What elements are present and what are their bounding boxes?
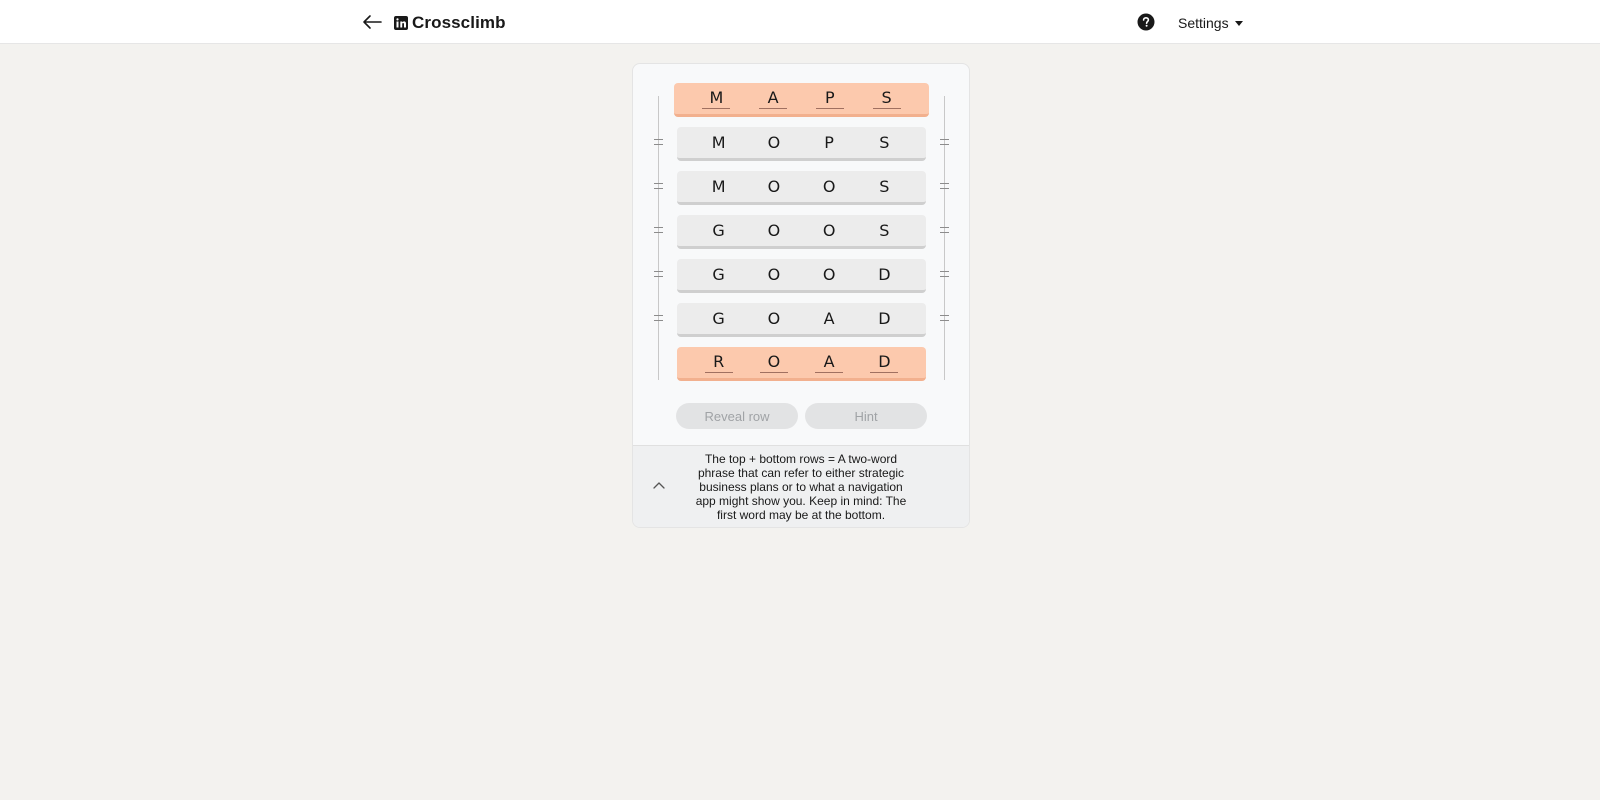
reveal-row-button[interactable]: Reveal row (676, 403, 798, 429)
letter-tile: S (879, 220, 890, 240)
drag-handle-icon[interactable] (940, 271, 949, 277)
letter-tile: P (815, 88, 844, 109)
letter-tile: S (879, 176, 890, 196)
game-board: M A P S M O P S M O O S G O O S G O O D … (632, 63, 970, 528)
drag-handle-icon[interactable] (940, 227, 949, 233)
page-title: Crossclimb (412, 13, 506, 32)
word-row-5[interactable]: G O O D (677, 259, 926, 293)
letter-tile: G (712, 264, 725, 284)
letter-tile: G (712, 308, 725, 328)
drag-handle-icon[interactable] (654, 139, 663, 145)
word-row-2[interactable]: M O P S (677, 127, 926, 161)
letter-tile: M (711, 176, 726, 196)
linkedin-icon (394, 16, 408, 30)
letter-tile: O (767, 132, 781, 152)
letter-tile: O (822, 264, 836, 284)
clue-text: The top + bottom rows = A two-word phras… (695, 452, 907, 522)
drag-handle-icon[interactable] (654, 315, 663, 321)
drag-handle-icon[interactable] (654, 271, 663, 277)
letter-tile: O (767, 176, 781, 196)
letter-tile: M (711, 132, 726, 152)
letter-tile: A (815, 352, 844, 373)
word-row-7[interactable]: R O A D (677, 347, 926, 381)
letter-tile: D (870, 352, 899, 373)
letter-tile: O (822, 176, 836, 196)
back-button[interactable] (358, 10, 386, 34)
drag-handle-icon[interactable] (654, 183, 663, 189)
drag-handle-icon[interactable] (940, 139, 949, 145)
letter-tile: M (702, 88, 731, 109)
chevron-up-icon[interactable] (653, 480, 665, 490)
word-row-1[interactable]: M A P S (674, 83, 929, 117)
hint-button[interactable]: Hint (805, 403, 927, 429)
letter-tile: O (759, 352, 788, 373)
letter-tile: O (767, 264, 781, 284)
letter-tile: R (704, 352, 733, 373)
letter-tile: S (872, 88, 901, 109)
letter-tile: P (824, 132, 834, 152)
caret-down-icon (1234, 21, 1243, 26)
word-row-6[interactable]: G O A D (677, 303, 926, 337)
top-bar: Crossclimb Settings (0, 0, 1600, 44)
letter-tile: A (759, 88, 788, 109)
letter-tile: G (712, 220, 725, 240)
brand: Crossclimb (394, 11, 506, 35)
letter-tile: O (767, 220, 781, 240)
drag-handle-icon[interactable] (940, 183, 949, 189)
letter-tile: O (767, 308, 781, 328)
help-button[interactable] (1137, 13, 1155, 31)
settings-label: Settings (1178, 15, 1229, 31)
drag-handle-icon[interactable] (654, 227, 663, 233)
letter-tile: D (878, 308, 891, 328)
question-circle-icon (1137, 13, 1155, 31)
word-row-3[interactable]: M O O S (677, 171, 926, 205)
settings-dropdown[interactable]: Settings (1178, 13, 1243, 33)
letter-tile: D (878, 264, 891, 284)
clue-panel: The top + bottom rows = A two-word phras… (633, 445, 969, 527)
letter-tile: S (879, 132, 890, 152)
letter-tile: A (823, 308, 835, 328)
letter-tile: O (822, 220, 836, 240)
drag-handle-icon[interactable] (940, 315, 949, 321)
word-row-4[interactable]: G O O S (677, 215, 926, 249)
arrow-left-icon (363, 15, 382, 29)
